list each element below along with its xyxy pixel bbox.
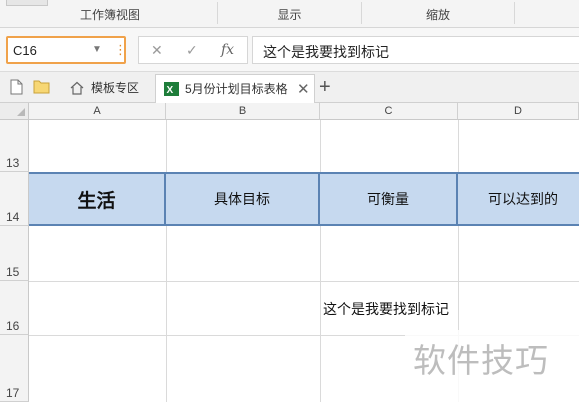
gridline <box>29 281 579 282</box>
tab-template-area[interactable]: 模板专区 <box>62 74 155 103</box>
drag-handle-icon[interactable]: ⋮ <box>114 41 127 59</box>
select-all-corner[interactable] <box>0 103 29 120</box>
column-header-a[interactable]: A <box>29 103 166 120</box>
name-box-value: C16 <box>13 43 37 58</box>
column-header-b[interactable]: B <box>166 103 320 120</box>
row-header-16[interactable]: 16 <box>0 281 29 335</box>
row-number: 14 <box>6 210 20 224</box>
formula-input[interactable]: 这个是我要找到标记 <box>252 36 579 64</box>
name-box[interactable]: C16 ▼ ⋮ <box>6 36 127 64</box>
document-tab-bar: 模板专区 X 5月份计划目标表格 ✕ + <box>0 72 579 103</box>
watermark: 软件技巧 <box>405 330 579 402</box>
cell-b14[interactable]: 具体目标 <box>166 174 320 224</box>
tab-template-label: 模板专区 <box>91 81 140 95</box>
row-number: 16 <box>6 319 20 333</box>
tab-active-file[interactable]: X 5月份计划目标表格 ✕ <box>155 74 315 103</box>
ribbon-separator <box>514 2 515 24</box>
row-header-14[interactable]: 14 <box>0 172 29 226</box>
tab-file-label: 5月份计划目标表格 <box>185 82 288 96</box>
chevron-down-icon[interactable]: ▼ <box>92 44 102 55</box>
ribbon-group-zoom: 缩放 <box>425 8 450 22</box>
excel-file-icon: X <box>164 82 179 96</box>
formula-input-value: 这个是我要找到标记 <box>263 44 389 60</box>
fx-icon[interactable]: fx <box>221 42 234 58</box>
row-header-15[interactable]: 15 <box>0 226 29 281</box>
column-header-c[interactable]: C <box>320 103 458 120</box>
ribbon-group-display: 显示 <box>277 8 302 22</box>
new-document-icon[interactable] <box>10 79 23 95</box>
ribbon-group-labels: 工作簿视图 显示 缩放 <box>0 0 579 28</box>
ribbon-group-workbook-view: 工作簿视图 <box>79 8 140 22</box>
add-tab-icon[interactable]: + <box>319 74 331 100</box>
confirm-icon[interactable]: ✓ <box>186 42 198 59</box>
cell-a14[interactable]: 生活 <box>29 174 166 224</box>
cancel-icon[interactable]: ✕ <box>151 42 163 59</box>
row-number: 13 <box>6 156 20 170</box>
gridline <box>166 120 167 402</box>
cell-d14[interactable]: 可以达到的 <box>458 174 579 224</box>
column-header-d[interactable]: D <box>458 103 579 120</box>
row-header-17[interactable]: 17 <box>0 335 29 402</box>
row-number: 15 <box>6 265 20 279</box>
formula-buttons: ✕ ✓ fx <box>138 36 248 64</box>
header-row-14: 生活 具体目标 可衡量 可以达到的 <box>29 172 579 226</box>
row-number: 17 <box>6 386 20 400</box>
row-header-13[interactable]: 13 <box>0 120 29 172</box>
watermark-text: 软件技巧 <box>413 342 549 379</box>
cell-c16[interactable]: 这个是我要找到标记 <box>323 299 449 319</box>
home-icon <box>70 81 84 95</box>
cell-c14[interactable]: 可衡量 <box>320 174 458 224</box>
gridline <box>320 120 321 402</box>
close-icon[interactable]: ✕ <box>297 75 310 104</box>
folder-icon[interactable] <box>33 79 50 94</box>
svg-text:X: X <box>167 85 174 96</box>
formula-bar: C16 ▼ ⋮ ✕ ✓ fx 这个是我要找到标记 <box>0 28 579 72</box>
